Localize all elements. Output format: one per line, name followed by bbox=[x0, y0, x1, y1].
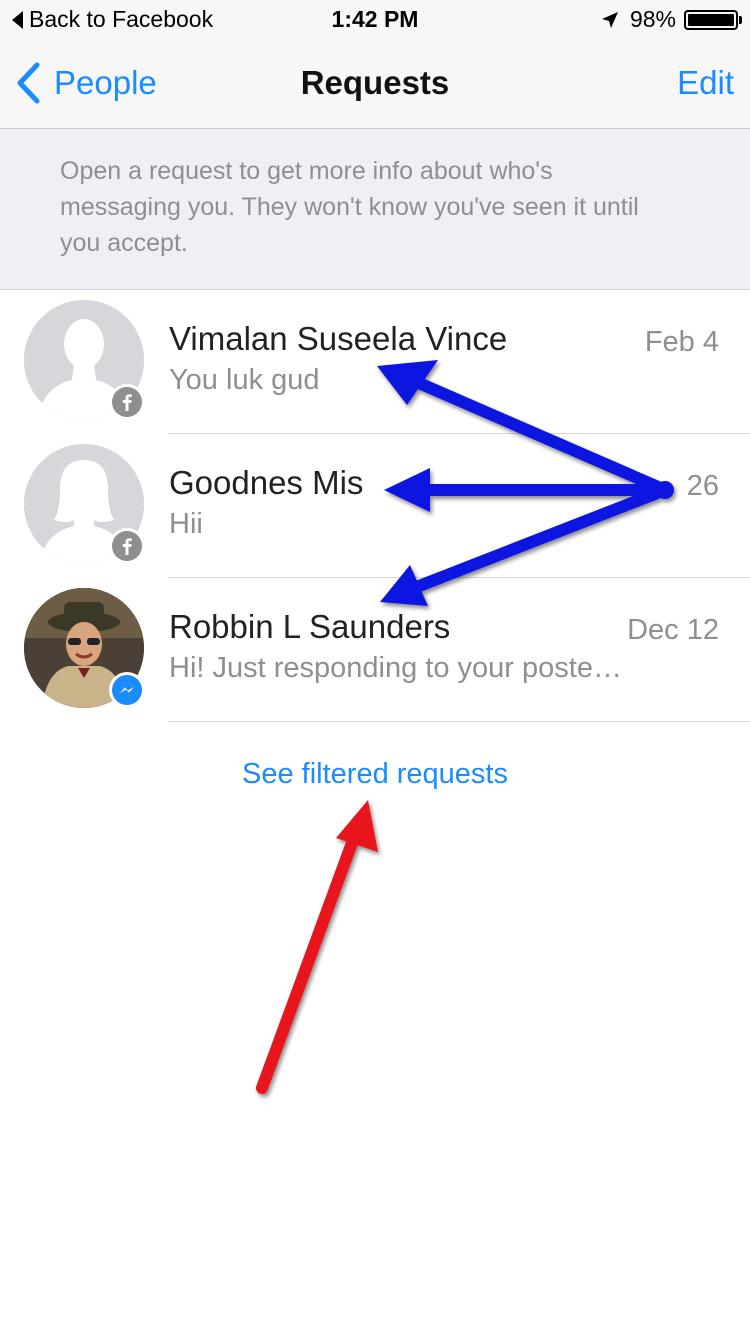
battery-percent: 98% bbox=[629, 6, 676, 32]
see-filtered-requests-link[interactable]: See filtered requests bbox=[0, 758, 750, 791]
location-arrow-icon bbox=[601, 11, 618, 28]
status-bar: Back to Facebook 1:42 PM 98% bbox=[0, 0, 750, 40]
request-message: Hi! Just responding to your poste… bbox=[169, 652, 622, 684]
request-date: Dec 12 bbox=[627, 614, 719, 646]
info-text: Open a request to get more info about wh… bbox=[60, 157, 639, 257]
facebook-badge bbox=[109, 384, 145, 420]
messenger-badge bbox=[109, 672, 145, 708]
request-name: Robbin L Saunders bbox=[169, 608, 451, 645]
facebook-badge bbox=[109, 528, 145, 564]
red-arrow bbox=[256, 800, 378, 1094]
battery-icon bbox=[684, 9, 742, 30]
navigation-bar: People Requests Edit bbox=[0, 40, 750, 129]
request-message: You luk gud bbox=[169, 364, 320, 396]
request-date: Feb 4 bbox=[644, 326, 719, 358]
request-date: 26 bbox=[686, 470, 719, 502]
edit-button[interactable]: Edit bbox=[677, 64, 734, 102]
request-name: Vimalan Suseela Vince bbox=[169, 320, 508, 357]
page-title: Requests bbox=[300, 64, 450, 101]
messenger-icon bbox=[112, 675, 142, 705]
facebook-icon bbox=[112, 531, 142, 561]
request-row-vimalan[interactable]: Vimalan Suseela Vince You luk gud Feb 4 bbox=[0, 290, 750, 434]
facebook-icon bbox=[112, 387, 142, 417]
request-row-robbin[interactable]: Robbin L Saunders Hi! Just responding to… bbox=[0, 578, 750, 722]
request-name: Goodnes Mis bbox=[169, 464, 364, 501]
row-divider bbox=[169, 721, 750, 722]
status-indicators: 98% bbox=[600, 6, 742, 33]
info-banner: Open a request to get more info about wh… bbox=[0, 129, 750, 290]
request-message: Hii bbox=[169, 508, 203, 540]
request-row-goodnes[interactable]: Goodnes Mis Hii 26 bbox=[0, 434, 750, 578]
